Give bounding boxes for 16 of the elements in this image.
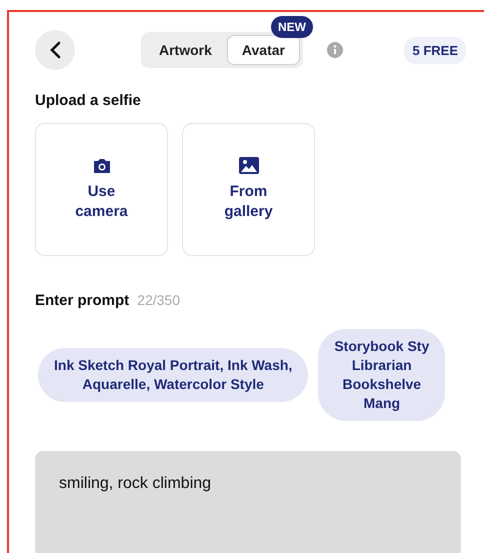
upload-option[interactable]: From gallery: [182, 123, 315, 256]
camera-icon: [92, 158, 112, 174]
back-button[interactable]: [35, 30, 75, 70]
image-icon: [238, 157, 258, 174]
suggestion-chip[interactable]: Ink Sketch Royal Portrait, Ink Wash, Aquarelle, Watercolor Style: [38, 348, 308, 402]
section-title: Enter prompt: [35, 292, 130, 309]
section-title: Upload a selfie: [35, 92, 142, 109]
credits-badge: 5 FREE: [404, 36, 466, 64]
chevron-left-icon: [49, 41, 61, 59]
new-badge: NEW: [270, 16, 313, 38]
tab[interactable]: Artwork: [144, 35, 227, 65]
upload-option[interactable]: Use camera: [35, 123, 168, 256]
prompt-field[interactable]: smiling, rock climbing: [35, 451, 461, 553]
character-counter: 22/350: [137, 292, 180, 308]
suggestion-chip[interactable]: Storybook Sty Librarian Bookshelve Mang: [318, 329, 446, 421]
tab[interactable]: Avatar: [226, 35, 300, 65]
